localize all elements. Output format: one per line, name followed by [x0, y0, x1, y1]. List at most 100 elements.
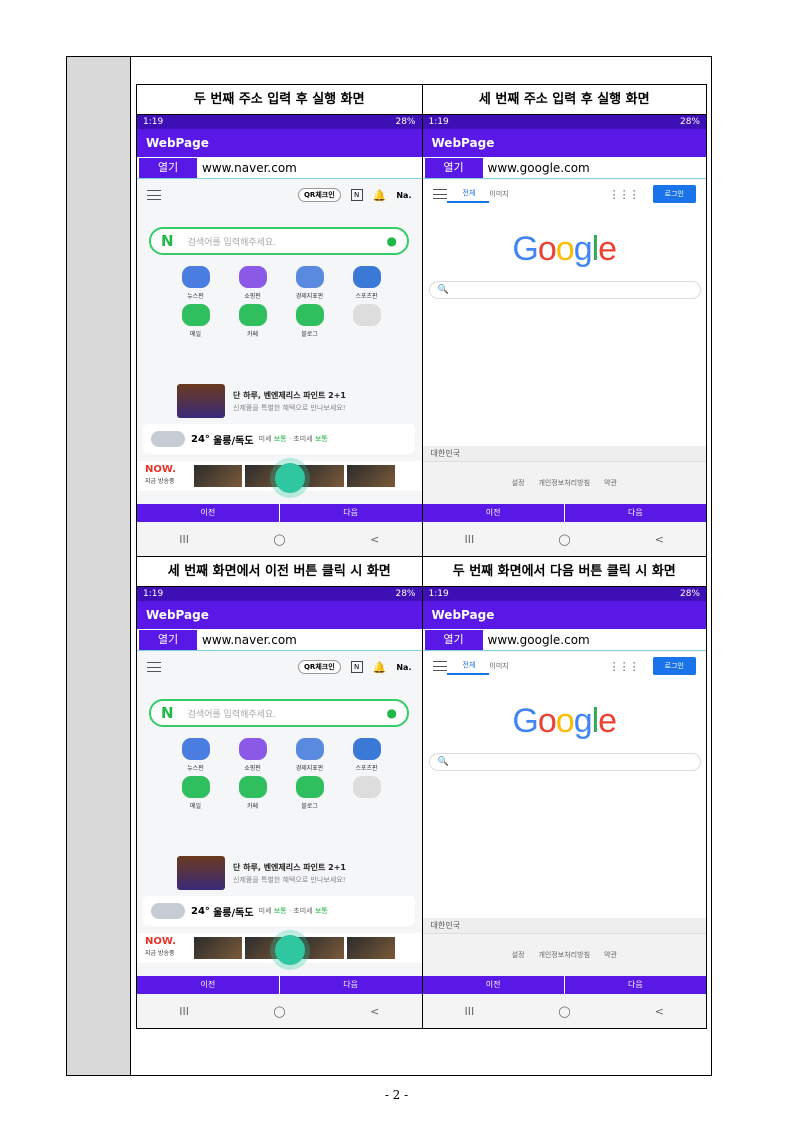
floating-green-button[interactable] — [275, 935, 305, 965]
home-icon[interactable]: ◯ — [558, 533, 570, 546]
weather-temp: 24° — [191, 905, 210, 917]
tab-all[interactable]: 전체 — [446, 657, 490, 675]
ad-subtitle: 신제품을 특별한 혜택으로 만나보세요! — [233, 403, 346, 412]
weather-widget[interactable]: 24° 울릉/독도 미세 보통 · 초미세 보통 — [143, 896, 415, 926]
status-time: 1:19 — [428, 589, 449, 599]
fine-dust-label: 미세 — [258, 435, 272, 443]
shortcut-item[interactable]: 스포츠판 — [338, 266, 395, 300]
menu-icon[interactable] — [432, 189, 447, 199]
shortcut-item[interactable]: 뉴스판 — [167, 266, 224, 300]
country-label: 대한민국 — [422, 918, 706, 934]
footer-link[interactable]: 개인정보처리방침 — [538, 478, 590, 488]
floating-green-button[interactable] — [275, 463, 305, 493]
live-thumbnail[interactable] — [193, 465, 242, 487]
footer-link[interactable]: 설정 — [512, 950, 525, 960]
shortcut-item[interactable] — [338, 776, 395, 810]
shortcut-item[interactable]: 스포츠판 — [338, 738, 395, 772]
menu-icon[interactable] — [147, 190, 161, 200]
next-button[interactable]: 다음 — [563, 504, 706, 522]
mic-icon[interactable]: ● — [387, 706, 397, 720]
login-button[interactable]: 로그인 — [652, 185, 696, 203]
menu-icon[interactable] — [147, 662, 161, 672]
shortcut-item[interactable] — [338, 304, 395, 338]
shortcut-label: 카페 — [246, 803, 259, 810]
home-icon[interactable]: ◯ — [273, 1005, 285, 1018]
ad-banner[interactable]: 단 하루, 벤엔제리스 파인트 2+1 신제품을 특별한 혜택으로 만나보세요! — [177, 855, 407, 891]
next-button[interactable]: 다음 — [278, 976, 422, 994]
google-search-input[interactable]: 🔍 — [428, 281, 701, 299]
prev-button[interactable]: 이전 — [137, 976, 279, 994]
google-logo-letter: G — [512, 230, 538, 268]
shortcut-item[interactable]: 블로그 — [281, 304, 338, 338]
back-icon[interactable]: < — [370, 533, 379, 546]
home-icon[interactable]: ◯ — [558, 1005, 570, 1018]
ad-banner[interactable]: 단 하루, 벤엔제리스 파인트 2+1 신제품을 특별한 혜택으로 만나보세요! — [177, 383, 407, 419]
tab-images[interactable]: 이미지 — [489, 189, 508, 199]
next-button[interactable]: 다음 — [563, 976, 706, 994]
next-button[interactable]: 다음 — [278, 504, 422, 522]
shortcut-item[interactable]: 메일 — [167, 776, 224, 810]
bell-icon[interactable]: 🔔 — [373, 189, 387, 202]
open-button[interactable]: 열기 — [424, 629, 483, 650]
prev-button[interactable]: 이전 — [137, 504, 279, 522]
shortcut-item[interactable]: 쇼핑판 — [224, 266, 281, 300]
shortcut-item[interactable]: 경제지표판 — [281, 738, 338, 772]
mic-icon[interactable]: ● — [387, 234, 397, 248]
google-search-input[interactable]: 🔍 — [428, 753, 701, 771]
recent-apps-icon[interactable]: III — [179, 533, 189, 546]
qr-checkin-button[interactable]: QR체크인 — [297, 660, 341, 674]
prev-button[interactable]: 이전 — [423, 504, 564, 522]
recent-apps-icon[interactable]: III — [465, 1005, 475, 1018]
shortcut-grid: 뉴스판 쇼핑판 경제지표판 스포츠판메일 카페 블로그 — [167, 266, 397, 338]
shortcut-item[interactable]: 쇼핑판 — [224, 738, 281, 772]
status-bar: 1:19 28% — [422, 587, 706, 601]
shortcut-item[interactable]: 경제지표판 — [281, 266, 338, 300]
shortcut-item[interactable]: 카페 — [224, 304, 281, 338]
tab-images[interactable]: 이미지 — [489, 661, 508, 671]
url-input[interactable]: www.naver.com — [197, 161, 297, 175]
url-input[interactable]: www.naver.com — [197, 633, 297, 647]
login-button[interactable]: 로그인 — [652, 657, 696, 675]
shortcut-item[interactable]: 뉴스판 — [167, 738, 224, 772]
open-button[interactable]: 열기 — [139, 629, 197, 650]
home-icon[interactable]: ◯ — [273, 533, 285, 546]
naver-search-box[interactable]: N 검색어를 입력해주세요. ● — [149, 227, 409, 255]
shortcut-item[interactable]: 메일 — [167, 304, 224, 338]
weather-widget[interactable]: 24° 울릉/독도 미세 보통 · 초미세 보통 — [143, 424, 415, 454]
naver-search-box[interactable]: N 검색어를 입력해주세요. ● — [149, 699, 409, 727]
apps-grid-icon[interactable]: ⋮⋮⋮ — [609, 660, 640, 673]
shortcut-icon — [238, 776, 267, 798]
shortcut-item[interactable]: 블로그 — [281, 776, 338, 810]
live-thumbnail[interactable] — [346, 465, 395, 487]
live-thumbnail[interactable] — [346, 937, 395, 959]
tab-all[interactable]: 전체 — [446, 185, 490, 203]
qr-checkin-button[interactable]: QR체크인 — [297, 188, 341, 202]
menu-icon[interactable] — [432, 661, 447, 671]
recent-apps-icon[interactable]: III — [465, 533, 475, 546]
url-input[interactable]: www.google.com — [483, 161, 590, 175]
ad-subtitle: 신제품을 특별한 혜택으로 만나보세요! — [233, 875, 346, 884]
shortcut-item[interactable]: 카페 — [224, 776, 281, 810]
footer-link[interactable]: 설정 — [512, 478, 525, 488]
weather-location: 울릉/독도 — [213, 907, 254, 919]
url-input[interactable]: www.google.com — [483, 633, 590, 647]
footer-link[interactable]: 개인정보처리방침 — [538, 950, 590, 960]
prev-button[interactable]: 이전 — [423, 976, 564, 994]
google-logo-letter: e — [598, 702, 617, 740]
user-avatar[interactable]: Na. — [396, 663, 411, 672]
apps-grid-icon[interactable]: ⋮⋮⋮ — [609, 188, 640, 201]
back-icon[interactable]: < — [655, 1005, 664, 1018]
panel-caption: 두 번째 주소 입력 후 실행 화면 — [137, 85, 422, 115]
live-thumbnail[interactable] — [193, 937, 242, 959]
recent-apps-icon[interactable]: III — [179, 1005, 189, 1018]
open-button[interactable]: 열기 — [139, 157, 197, 178]
naver-pay-icon[interactable]: N — [350, 189, 363, 201]
open-button[interactable]: 열기 — [424, 157, 483, 178]
footer-link[interactable]: 약관 — [604, 478, 617, 488]
footer-link[interactable]: 약관 — [604, 950, 617, 960]
naver-pay-icon[interactable]: N — [350, 661, 363, 673]
user-avatar[interactable]: Na. — [396, 191, 411, 200]
back-icon[interactable]: < — [655, 533, 664, 546]
back-icon[interactable]: < — [370, 1005, 379, 1018]
bell-icon[interactable]: 🔔 — [373, 661, 387, 674]
